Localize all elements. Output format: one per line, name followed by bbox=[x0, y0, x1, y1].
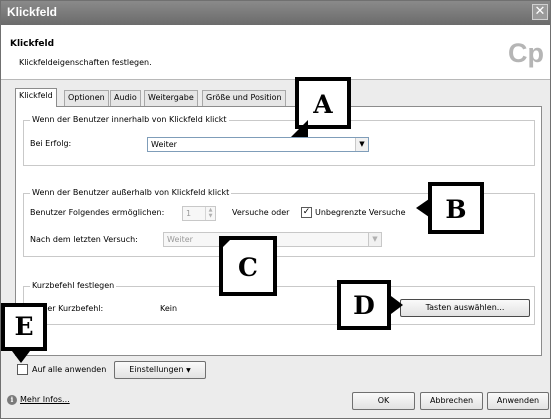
success-action-select[interactable]: Weiter ▼ bbox=[147, 137, 369, 152]
more-info-link[interactable]: Mehr Infos... bbox=[20, 395, 70, 404]
apply-button[interactable]: Anwenden bbox=[487, 392, 549, 410]
spinner-arrows-icon: ▲ ▼ bbox=[205, 207, 215, 220]
tab-weitergabe[interactable]: Weitergabe bbox=[144, 90, 198, 106]
callout-b-pointer bbox=[416, 199, 429, 217]
cancel-button[interactable]: Abbrechen bbox=[420, 392, 483, 410]
captivate-logo: Cp bbox=[508, 38, 544, 68]
info-icon: i bbox=[7, 395, 17, 405]
callout-d-letter: D bbox=[353, 291, 375, 320]
success-action-value: Weiter bbox=[151, 140, 177, 149]
tab-optionen[interactable]: Optionen bbox=[64, 90, 109, 106]
window-title: Klickfeld bbox=[7, 5, 58, 19]
chevron-down-icon: ▼ bbox=[368, 233, 381, 246]
unlimited-attempts-checkbox[interactable]: ✓ bbox=[301, 207, 312, 218]
last-attempt-label: Nach dem letzten Versuch: bbox=[30, 235, 138, 244]
outside-group-legend: Wenn der Benutzer außerhalb von Klickfel… bbox=[30, 188, 232, 197]
current-shortcut-value: Kein bbox=[160, 304, 178, 313]
ok-button[interactable]: OK bbox=[352, 392, 415, 410]
unlimited-attempts-label: Unbegrenzte Versuche bbox=[315, 208, 406, 217]
callout-b-letter: B bbox=[445, 195, 467, 224]
callout-c-pointer bbox=[219, 236, 234, 251]
tab-groesse-position[interactable]: Größe und Position bbox=[202, 90, 286, 106]
apply-all-checkbox[interactable] bbox=[17, 364, 28, 375]
close-icon[interactable]: ✕ bbox=[532, 4, 548, 20]
header-subtitle: Klickfeldeigenschaften festlegen. bbox=[19, 58, 152, 67]
callout-d-pointer bbox=[391, 296, 403, 314]
callout-e-pointer bbox=[12, 351, 30, 363]
tab-klickfeld[interactable]: Klickfeld bbox=[15, 88, 57, 107]
inside-click-group: Wenn der Benutzer innerhalb von Klickfel… bbox=[23, 115, 535, 166]
callout-a-pointer bbox=[291, 120, 308, 137]
settings-button[interactable]: Einstellungen ▼ bbox=[114, 361, 206, 379]
shortcut-group-legend: Kurzbefehl festlegen bbox=[30, 281, 117, 290]
inside-group-legend: Wenn der Benutzer innerhalb von Klickfel… bbox=[30, 115, 229, 124]
settings-button-label: Einstellungen bbox=[129, 365, 184, 374]
shortcut-group: Kurzbefehl festlegen eller Kurzbefehl: K… bbox=[23, 281, 535, 325]
success-label: Bei Erfolg: bbox=[30, 139, 72, 148]
callout-e: E bbox=[1, 303, 47, 351]
choose-keys-button[interactable]: Tasten auswählen... bbox=[400, 299, 530, 317]
tab-audio[interactable]: Audio bbox=[110, 90, 141, 106]
attempts-suffix: Versuche oder bbox=[232, 208, 290, 217]
callout-b: B bbox=[428, 182, 484, 234]
header-title: Klickfeld bbox=[10, 39, 55, 49]
dialog-header: Klickfeld Klickfeldeigenschaften festleg… bbox=[1, 25, 550, 80]
callout-e-letter: E bbox=[14, 312, 34, 341]
callout-d: D bbox=[337, 280, 391, 330]
title-bar: Klickfeld ✕ bbox=[1, 1, 550, 25]
current-shortcut-label: eller Kurzbefehl: bbox=[38, 304, 104, 313]
allow-attempts-label: Benutzer Folgendes ermöglichen: bbox=[30, 208, 165, 217]
attempts-value: 1 bbox=[186, 209, 192, 218]
callout-c-letter: C bbox=[238, 253, 258, 282]
callout-a-letter: A bbox=[313, 90, 333, 119]
chevron-down-icon: ▼ bbox=[186, 367, 191, 374]
attempts-stepper: 1 ▲ ▼ bbox=[182, 206, 216, 221]
chevron-down-icon: ▼ bbox=[355, 138, 368, 151]
apply-all-label: Auf alle anwenden bbox=[32, 365, 107, 374]
last-attempt-value: Weiter bbox=[167, 235, 193, 244]
